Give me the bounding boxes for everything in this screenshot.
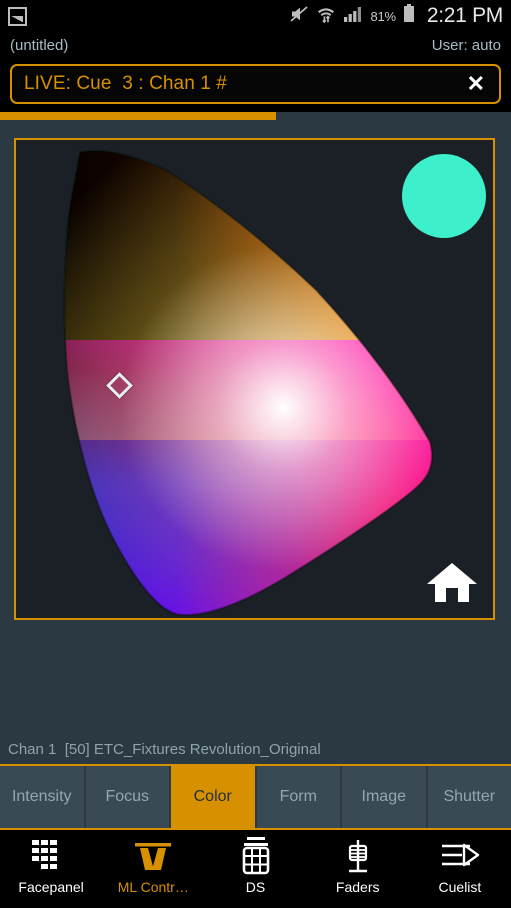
grid-blocks-icon — [31, 836, 71, 876]
nav-item-ds[interactable]: DS — [204, 830, 306, 894]
table-grid-icon — [236, 836, 276, 876]
battery-icon — [403, 4, 415, 28]
fixture-status-line: Chan 1 [50] ETC_Fixtures Revolution_Orig… — [0, 734, 511, 764]
nav-item-label: DS — [245, 879, 266, 895]
command-line-container: LIVE: Cue 3 : Chan 1 # ✕ — [0, 58, 511, 111]
tab-label: Shutter — [443, 788, 496, 805]
nav-item-faders[interactable]: Faders — [307, 830, 409, 894]
home-button[interactable] — [425, 560, 479, 604]
nav-item-ml-contr[interactable]: ML Contr… — [102, 830, 204, 894]
nav-item-label: ML Contr… — [117, 879, 189, 895]
app-root: 81% 2:21 PM (untitled) User: auto LIVE: … — [0, 0, 511, 908]
tab-label: Intensity — [11, 788, 72, 805]
progress-bar — [0, 111, 511, 120]
current-color-swatch[interactable] — [402, 154, 486, 238]
status-bar-clock: 2:21 PM — [426, 4, 503, 27]
tab-focus[interactable]: Focus — [85, 766, 171, 828]
image-icon — [8, 6, 27, 26]
cuelist-play-icon — [440, 836, 480, 876]
show-name-label: (untitled) — [10, 36, 69, 54]
tab-label: Form — [279, 788, 317, 805]
status-bar-right: 81% 2:21 PM — [289, 4, 503, 28]
tab-label: Color — [193, 788, 232, 805]
main-content — [0, 120, 511, 734]
attribute-tab-bar: Intensity Focus Color Form Image Shutter — [0, 764, 511, 830]
tab-label: Image — [361, 788, 406, 805]
cie-gamut-panel[interactable] — [14, 138, 495, 620]
tab-shutter[interactable]: Shutter — [427, 766, 511, 828]
nav-item-cuelist[interactable]: Cuelist — [409, 830, 511, 894]
nav-item-label: Cuelist — [438, 879, 482, 895]
status-bar-left — [8, 6, 27, 26]
show-title-bar: (untitled) User: auto — [0, 32, 511, 58]
cell-signal-icon — [343, 5, 363, 28]
fader-icon — [338, 836, 378, 876]
bottom-navigation-bar: Facepanel ML Contr… DS Faders Cuelist — [0, 830, 511, 908]
mute-icon — [289, 5, 309, 28]
android-status-bar: 81% 2:21 PM — [0, 0, 511, 32]
wifi-icon — [316, 5, 336, 28]
home-icon — [427, 563, 477, 602]
battery-percent-label: 81% — [370, 8, 396, 24]
moving-light-icon — [133, 836, 173, 876]
tab-color[interactable]: Color — [171, 766, 257, 828]
command-line-input[interactable]: LIVE: Cue 3 : Chan 1 # ✕ — [10, 64, 501, 104]
close-icon[interactable]: ✕ — [463, 73, 489, 95]
progress-bar-fill — [0, 112, 276, 120]
tab-form[interactable]: Form — [256, 766, 342, 828]
tab-intensity[interactable]: Intensity — [0, 766, 86, 828]
command-line-text: LIVE: Cue 3 : Chan 1 # — [24, 73, 227, 94]
nav-item-label: Facepanel — [18, 879, 84, 895]
nav-item-label: Faders — [335, 879, 380, 895]
tab-label: Focus — [105, 788, 150, 805]
nav-item-facepanel[interactable]: Facepanel — [0, 830, 102, 894]
user-label: User: auto — [431, 36, 501, 54]
tab-image[interactable]: Image — [342, 766, 428, 828]
